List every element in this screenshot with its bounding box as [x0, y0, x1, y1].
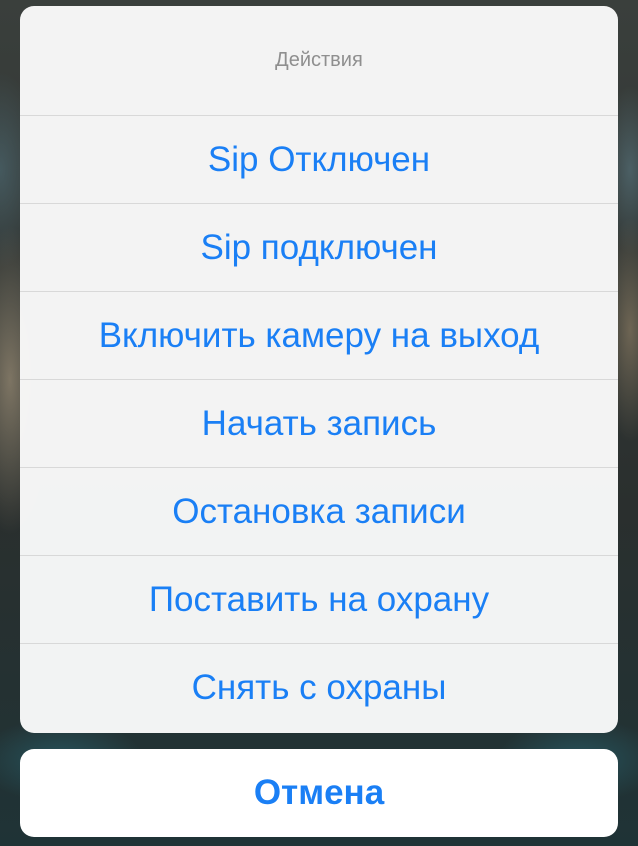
action-enable-output-camera[interactable]: Включить камеру на выход: [20, 292, 618, 380]
action-sip-connected[interactable]: Sip подключен: [20, 204, 618, 292]
action-arm-security[interactable]: Поставить на охрану: [20, 556, 618, 644]
cancel-button[interactable]: Отмена: [20, 749, 618, 837]
action-sheet: Действия Sip Отключен Sip подключен Вклю…: [20, 6, 618, 733]
action-disarm-security[interactable]: Снять с охраны: [20, 644, 618, 732]
action-sheet-title: Действия: [20, 6, 618, 116]
action-stop-recording[interactable]: Остановка записи: [20, 468, 618, 556]
action-start-recording[interactable]: Начать запись: [20, 380, 618, 468]
action-sip-disconnected[interactable]: Sip Отключен: [20, 116, 618, 204]
